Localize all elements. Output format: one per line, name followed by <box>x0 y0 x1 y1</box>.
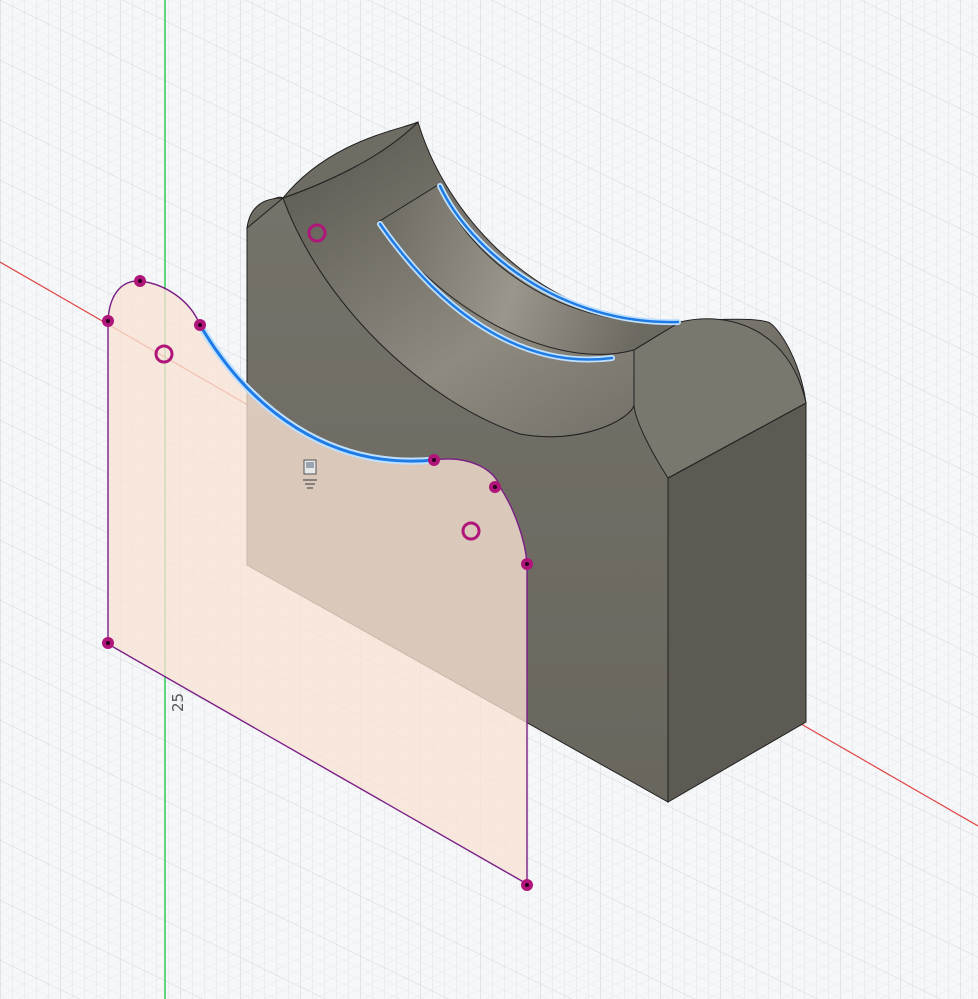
sketch-point[interactable] <box>521 558 533 570</box>
sketch-point[interactable] <box>521 879 533 891</box>
sketch-origin-icon[interactable] <box>303 459 317 489</box>
sketch-point[interactable] <box>428 454 440 466</box>
3d-scene[interactable]: 25 <box>0 0 978 999</box>
sketch-point[interactable] <box>194 319 206 331</box>
sketch-point[interactable] <box>489 481 501 493</box>
sketch-point[interactable] <box>134 275 146 287</box>
sketch-point[interactable] <box>102 315 114 327</box>
sketch-point[interactable] <box>102 637 114 649</box>
dimension-label[interactable]: 25 <box>169 693 187 712</box>
canvas-viewport[interactable]: 25 <box>0 0 978 999</box>
